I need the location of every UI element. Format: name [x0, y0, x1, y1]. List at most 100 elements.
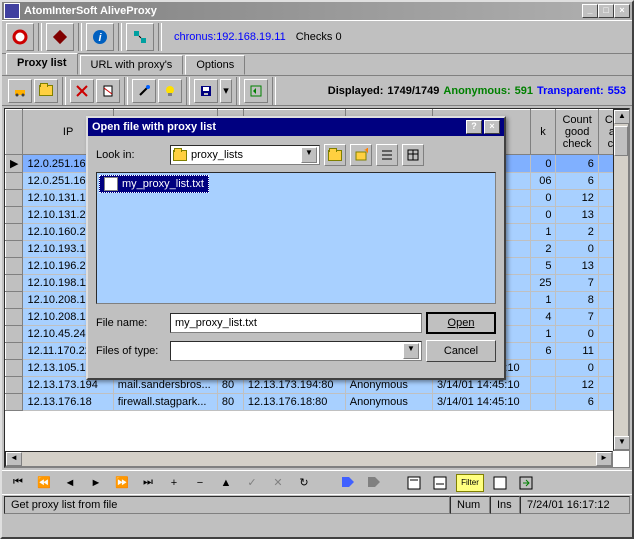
- filetype-combo[interactable]: ▼: [170, 341, 422, 361]
- host-label: chronus:192.168.19.11: [174, 31, 286, 43]
- tab-proxy-list[interactable]: Proxy list: [6, 53, 78, 75]
- file-list[interactable]: my_proxy_list.txt: [96, 172, 496, 304]
- filename-input[interactable]: [170, 313, 422, 333]
- nav-refresh[interactable]: ↻: [294, 474, 314, 492]
- save-dropdown[interactable]: ▾: [220, 79, 232, 103]
- save-button[interactable]: [194, 79, 218, 103]
- up-folder-button[interactable]: [324, 144, 346, 166]
- list-view-button[interactable]: [376, 144, 398, 166]
- cell-good: 11: [556, 343, 598, 360]
- table-row[interactable]: 12.13.176.18firewall.stagpark...8012.13.…: [6, 394, 629, 411]
- book-button[interactable]: [46, 23, 74, 51]
- cell-ok: 4: [530, 309, 556, 326]
- bulb-button[interactable]: [158, 79, 182, 103]
- nav-edit[interactable]: ▲: [216, 474, 236, 492]
- tabstrip: Proxy list URL with proxy's Options: [2, 54, 632, 76]
- close-button[interactable]: ×: [614, 4, 630, 18]
- info-button[interactable]: i: [86, 23, 114, 51]
- tag-gray-icon[interactable]: [364, 474, 384, 492]
- tab-options[interactable]: Options: [185, 55, 245, 75]
- file-item-label: my_proxy_list.txt: [122, 178, 204, 190]
- cancel-button[interactable]: Cancel: [426, 340, 496, 362]
- chevron-down-icon[interactable]: ▼: [403, 343, 419, 359]
- tab-url[interactable]: URL with proxy's: [80, 55, 184, 75]
- nav-add[interactable]: +: [164, 474, 184, 492]
- nav-next[interactable]: ►: [86, 474, 106, 492]
- cell-ok: [530, 394, 556, 411]
- nav-remove[interactable]: −: [190, 474, 210, 492]
- row-marker: [6, 292, 23, 309]
- clear-button[interactable]: [96, 79, 120, 103]
- cell-good: 7: [556, 309, 598, 326]
- cell-ok: [530, 360, 556, 377]
- export-icon[interactable]: [516, 474, 536, 492]
- horizontal-scrollbar[interactable]: ◄ ►: [5, 451, 613, 467]
- open-button[interactable]: [34, 79, 58, 103]
- cell-good: 0: [556, 326, 598, 343]
- cell-good: 6: [556, 155, 598, 173]
- transparent-count: 553: [608, 85, 626, 97]
- cell-ok: 1: [530, 224, 556, 241]
- cell-good: 12: [556, 377, 598, 394]
- stop-button[interactable]: [6, 23, 34, 51]
- col-ok[interactable]: k: [530, 110, 556, 155]
- tag-blue-icon[interactable]: [338, 474, 358, 492]
- cell-ok: 1: [530, 292, 556, 309]
- delete-button[interactable]: [70, 79, 94, 103]
- vertical-scrollbar[interactable]: ▲ ▼: [613, 109, 629, 451]
- cell-good: 6: [556, 394, 598, 411]
- nav-cancel[interactable]: ✕: [268, 474, 288, 492]
- row-marker: [6, 326, 23, 343]
- open-button[interactable]: Open: [426, 312, 496, 334]
- nav-next-page[interactable]: ⏩: [112, 474, 132, 492]
- dialog-help-button[interactable]: ?: [466, 120, 482, 134]
- cell-ok: 0: [530, 155, 556, 173]
- report3-icon[interactable]: [490, 474, 510, 492]
- row-marker: [6, 377, 23, 394]
- folder-icon: [173, 150, 187, 161]
- proxy-toolbar: ▾ Displayed: 1749/1749 Anonymous: 591 Tr…: [2, 76, 632, 106]
- anonymous-label: Anonymous:: [443, 85, 510, 97]
- report2-icon[interactable]: [430, 474, 450, 492]
- cell-ok: 5: [530, 258, 556, 275]
- cell-good: 0: [556, 360, 598, 377]
- dialog-titlebar: Open file with proxy list ? ×: [88, 118, 504, 136]
- row-marker: [6, 190, 23, 207]
- find-button[interactable]: [8, 79, 32, 103]
- filter-icon[interactable]: Filter: [456, 474, 484, 492]
- status-hint: Get proxy list from file: [4, 496, 450, 514]
- transparent-label: Transparent:: [537, 85, 604, 97]
- chevron-down-icon[interactable]: ▼: [301, 147, 317, 163]
- cell-ip: 12.13.176.18: [23, 394, 113, 411]
- dialog-close-button[interactable]: ×: [484, 120, 500, 134]
- row-marker: [6, 360, 23, 377]
- cell-good: 13: [556, 207, 598, 224]
- cell-port: 80: [217, 394, 243, 411]
- maximize-button[interactable]: □: [598, 4, 614, 18]
- cell-good: 12: [556, 190, 598, 207]
- cell-type: Anonymous: [345, 394, 432, 411]
- minimize-button[interactable]: _: [582, 4, 598, 18]
- nav-post[interactable]: ✓: [242, 474, 262, 492]
- cell-ok: 2: [530, 241, 556, 258]
- nav-prev[interactable]: ◄: [60, 474, 80, 492]
- new-folder-button[interactable]: ✦: [350, 144, 372, 166]
- detail-view-button[interactable]: [402, 144, 424, 166]
- cell-ok: 6: [530, 343, 556, 360]
- cell-ok: 0: [530, 207, 556, 224]
- report1-icon[interactable]: [404, 474, 424, 492]
- wand-button[interactable]: [132, 79, 156, 103]
- row-marker: [6, 309, 23, 326]
- filetype-label: Files of type:: [96, 345, 166, 357]
- app-icon: [4, 3, 20, 19]
- nav-first[interactable]: ⏮: [8, 474, 28, 492]
- network-button[interactable]: [126, 23, 154, 51]
- nav-last[interactable]: ⏭: [138, 474, 158, 492]
- file-item[interactable]: my_proxy_list.txt: [99, 175, 209, 193]
- refresh-button[interactable]: [244, 79, 268, 103]
- col-good[interactable]: Count good check: [556, 110, 598, 155]
- nav-prev-page[interactable]: ⏪: [34, 474, 54, 492]
- row-marker: [6, 224, 23, 241]
- look-in-combo[interactable]: proxy_lists ▼: [170, 145, 320, 165]
- cell-ok: 0: [530, 190, 556, 207]
